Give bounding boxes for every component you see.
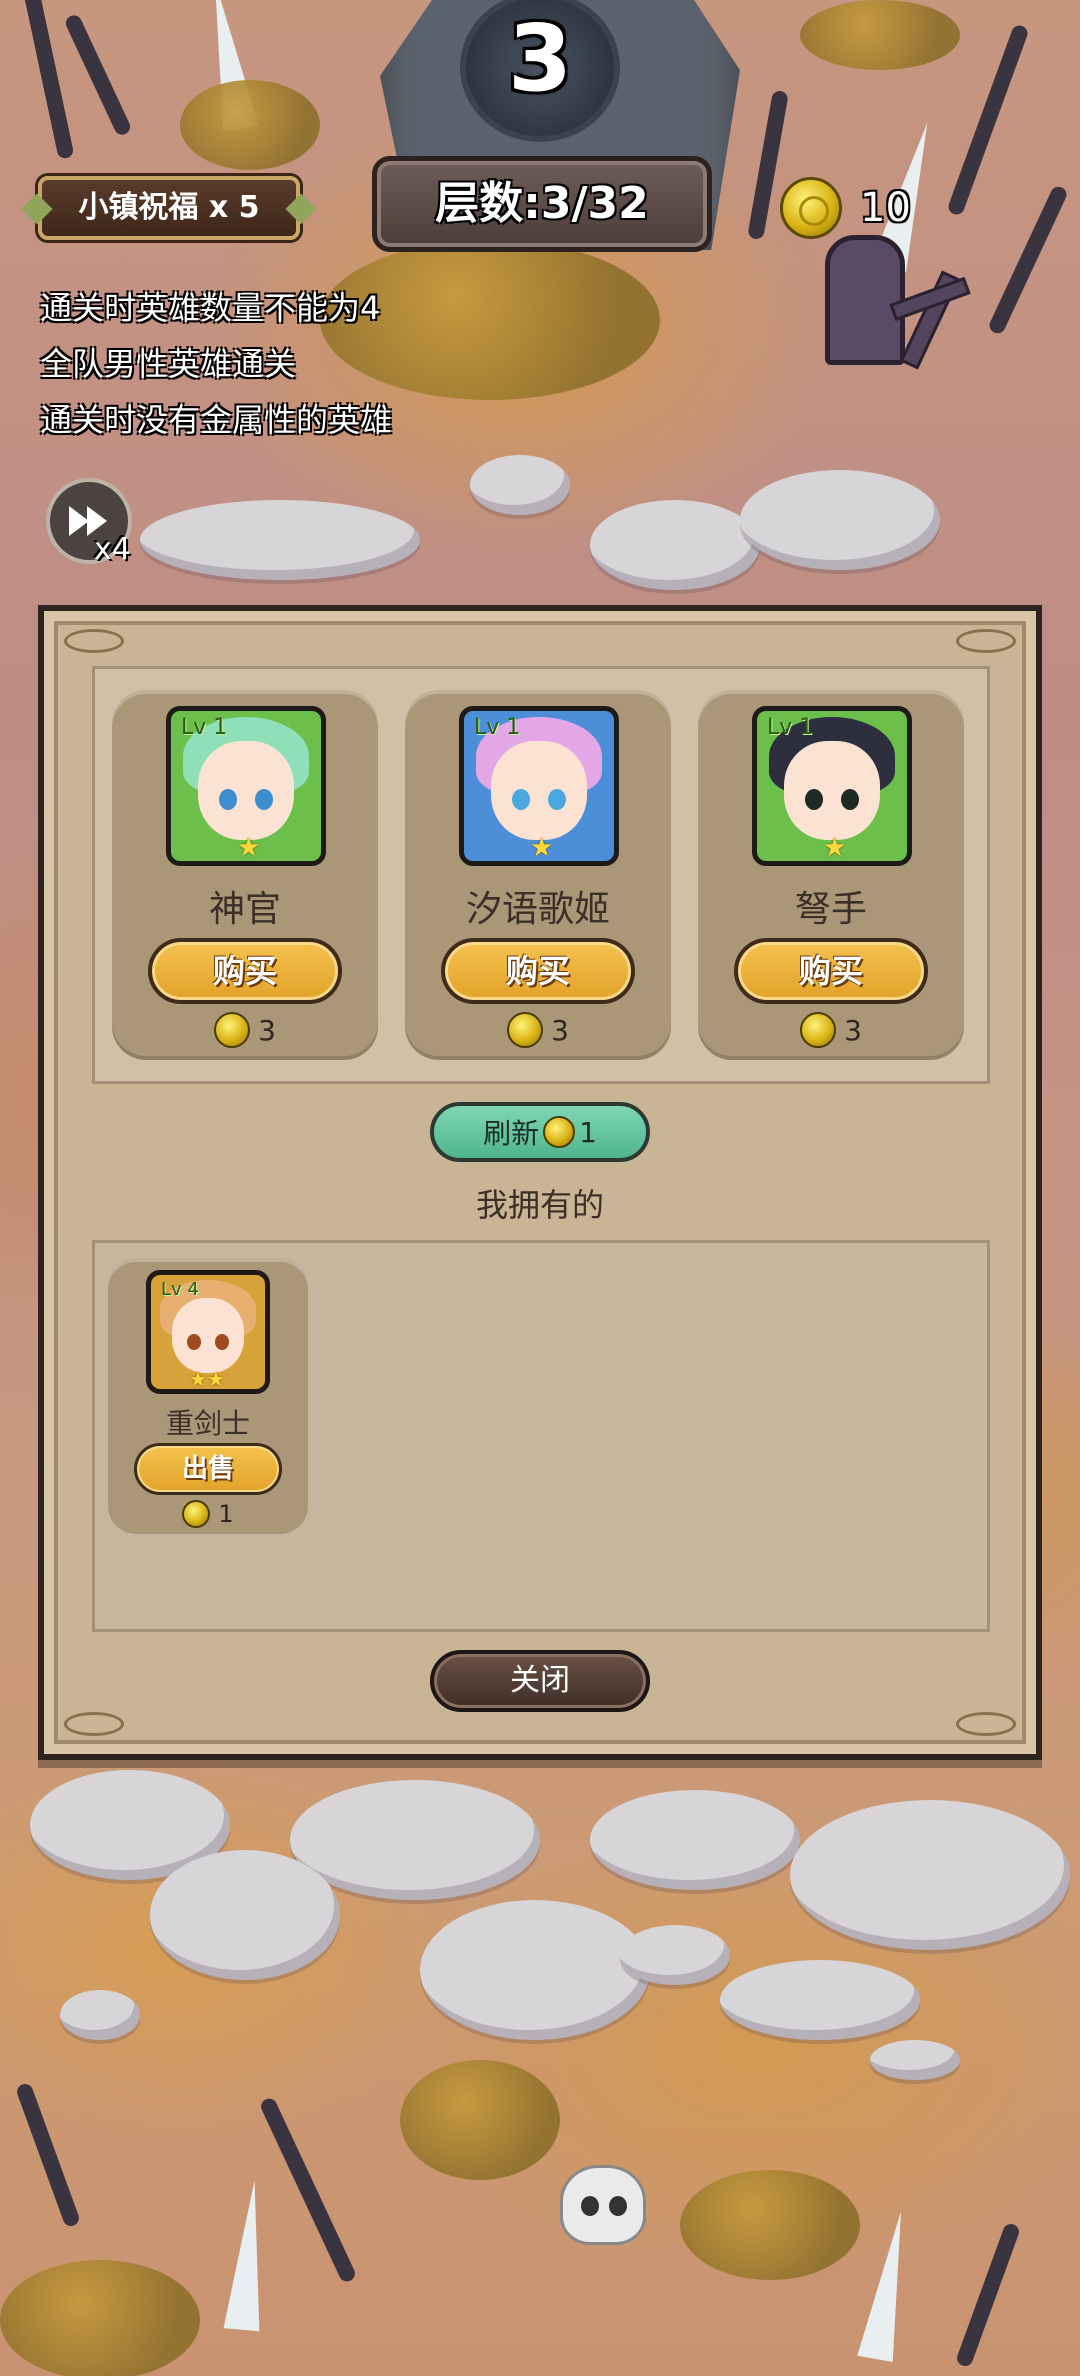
hero-name: 重剑士 (165, 1407, 250, 1440)
shrub (180, 80, 320, 170)
ornament (956, 1712, 1016, 1736)
owned-heroes-title: 我拥有的 (475, 1186, 604, 1224)
hero-level: Lv 1 (474, 715, 521, 740)
hero-level: Lv 1 (181, 715, 228, 740)
hero-price: 3 (112, 1012, 378, 1048)
hero-name: 神官 (208, 889, 281, 930)
rock (620, 1925, 730, 1985)
stage-number: 3 (507, 5, 572, 112)
rock (590, 1790, 800, 1890)
bone-horn (223, 2178, 273, 2332)
gravestone (825, 235, 905, 365)
shrub (400, 2060, 560, 2180)
hero-price: 3 (405, 1012, 671, 1048)
challenge-item: 全队男性英雄通关 (40, 345, 297, 383)
challenge-item: 通关时没有金属性的英雄 (40, 401, 393, 439)
bone-horn (857, 2208, 919, 2362)
star-icon: ★ (530, 833, 554, 863)
hero-portrait: Lv 4 ★★ (146, 1270, 270, 1394)
dead-branch (986, 184, 1070, 336)
star-icon: ★ (237, 833, 261, 863)
speed-multiplier: x4 (94, 532, 131, 567)
shrub (0, 2260, 200, 2376)
challenge-item: 通关时英雄数量不能为4 (40, 289, 381, 327)
shrub (800, 0, 960, 70)
rock (720, 1960, 920, 2040)
refresh-shop-button[interactable]: 刷新 1 (430, 1102, 650, 1162)
dead-branch (258, 2095, 358, 2285)
rock (420, 1900, 650, 2040)
coin-count: 10 (860, 185, 911, 231)
dead-branch (954, 2221, 1022, 2369)
rock (140, 500, 420, 580)
shop-hero-card[interactable]: Lv 1 ★ 神官 购买 3 (112, 690, 378, 1060)
fast-forward-icon (69, 506, 89, 536)
buy-button[interactable]: 购买 (148, 938, 342, 1004)
hero-name: 弩手 (794, 889, 867, 930)
rock (590, 500, 760, 590)
hero-portrait: Lv 1 ★ (752, 706, 912, 866)
coin-icon (507, 1012, 544, 1048)
refresh-cost: 1 (579, 1115, 597, 1149)
shop-hero-card[interactable]: Lv 1 ★ 汐语歌姬 购买 3 (405, 690, 671, 1060)
coin-icon (543, 1116, 576, 1148)
rock (790, 1800, 1070, 1950)
star-icon: ★ (823, 833, 847, 863)
close-button[interactable]: 关闭 (430, 1650, 650, 1712)
town-blessing-badge[interactable]: 小镇祝福 x 5 (38, 176, 300, 240)
rock (60, 1990, 140, 2040)
owned-hero-card[interactable]: Lv 4 ★★ 重剑士 出售 1 (108, 1258, 308, 1534)
ornament (956, 629, 1016, 653)
hero-portrait: Lv 1 ★ (166, 706, 326, 866)
hero-portrait: Lv 1 ★ (459, 706, 619, 866)
hero-level: Lv 4 (161, 1279, 199, 1300)
coin-icon (214, 1012, 251, 1048)
hero-price: 3 (698, 1012, 964, 1048)
shrub (680, 2170, 860, 2280)
coin-icon (182, 1500, 211, 1528)
rock (470, 455, 570, 515)
dead-branch (63, 12, 133, 138)
hero-sell-price: 1 (108, 1500, 308, 1528)
sell-button[interactable]: 出售 (134, 1443, 282, 1495)
floor-counter: 层数:3/32 (372, 156, 712, 252)
rock (740, 470, 940, 570)
hero-level: Lv 1 (767, 715, 814, 740)
ornament (64, 1712, 124, 1736)
coin-icon (780, 177, 842, 239)
dead-branch (14, 2081, 82, 2229)
buy-button[interactable]: 购买 (441, 938, 635, 1004)
star-icon: ★★ (189, 1367, 225, 1391)
coin-balance: 10 (780, 172, 911, 244)
rock (870, 2040, 960, 2080)
ornament (64, 629, 124, 653)
buy-button[interactable]: 购买 (734, 938, 928, 1004)
coin-icon (800, 1012, 837, 1048)
rock (150, 1850, 340, 1980)
dead-branch (946, 23, 1030, 217)
skull (560, 2165, 646, 2245)
hero-name: 汐语歌姬 (465, 889, 610, 930)
shop-hero-card[interactable]: Lv 1 ★ 弩手 购买 3 (698, 690, 964, 1060)
challenge-list: 通关时英雄数量不能为4 全队男性英雄通关 通关时没有金属性的英雄 (40, 280, 392, 448)
refresh-label: 刷新 (483, 1117, 540, 1150)
